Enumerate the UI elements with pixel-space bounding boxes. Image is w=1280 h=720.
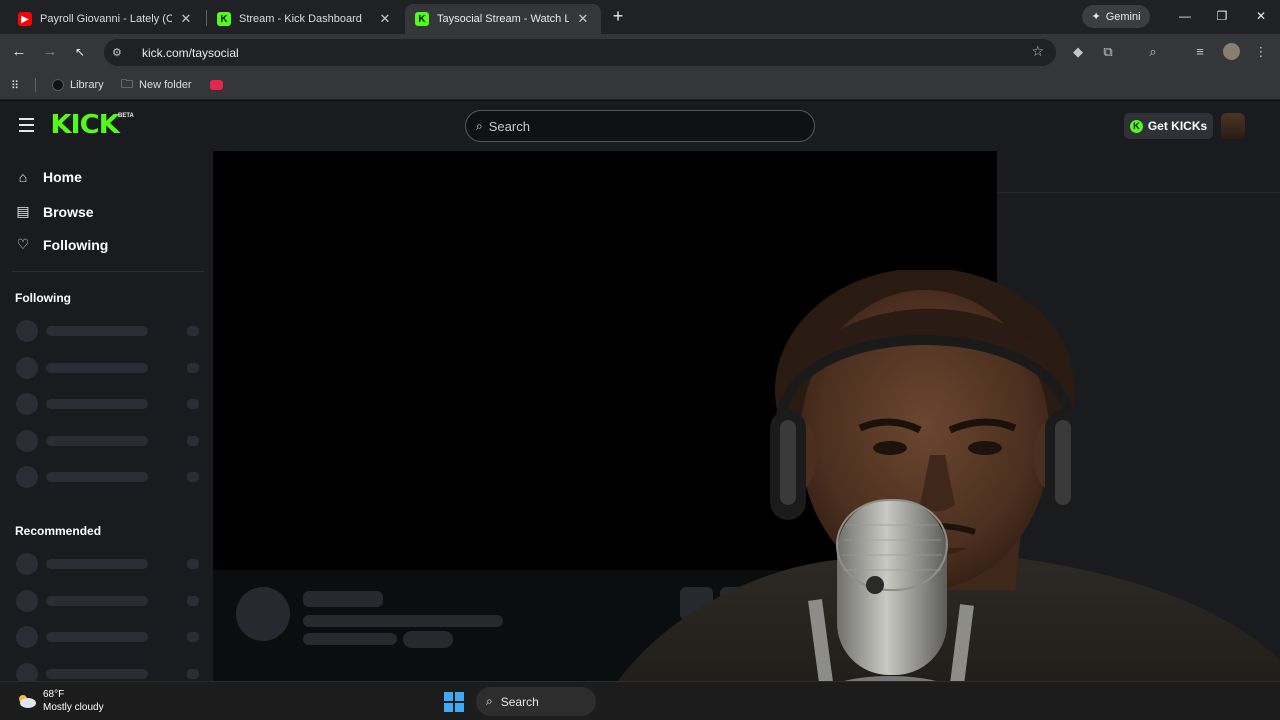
sidebar-item-label: Following <box>43 236 109 253</box>
weather-widget[interactable]: 68°F Mostly cloudy <box>16 688 104 714</box>
bookmark-youtube[interactable] <box>210 77 223 93</box>
category-skeleton <box>303 633 397 645</box>
taskbar-search[interactable]: ⌕ Search <box>476 687 596 716</box>
sidebar-item-following[interactable]: ♡ Following <box>15 236 109 253</box>
address-bar[interactable]: ⚙ kick.com/taysocial ☆ <box>104 39 1056 66</box>
new-tab-button[interactable]: + <box>608 6 628 26</box>
gemini-button[interactable]: ✦ Gemini <box>1082 5 1150 28</box>
sparkle-icon: ✦ <box>1091 11 1101 23</box>
cursor-icon: ↖ <box>74 45 86 59</box>
hamburger-menu-icon[interactable] <box>19 118 34 132</box>
tab-title: Payroll Giovanni - Lately (Official <box>40 13 172 25</box>
temperature: 68°F <box>43 689 65 700</box>
browser-tab-taysocial[interactable]: K Taysocial Stream - Watch Live o ✕ <box>405 4 601 34</box>
following-skeleton-row <box>16 320 199 342</box>
tab-search-icon[interactable]: ⌕ <box>1145 44 1161 60</box>
search-placeholder: Search <box>488 118 530 134</box>
sidebar-item-label: Browse <box>43 203 94 220</box>
tab-title: Stream - Kick Dashboard <box>239 13 362 25</box>
sidebar-item-label: Home <box>43 169 82 185</box>
kick-sidebar: ⌂ Home ▤ Browse ♡ Following Following Re… <box>0 151 213 685</box>
sidebar-divider <box>12 271 204 272</box>
following-skeleton-row <box>16 466 199 488</box>
bookmarks-bar: ⠿ Library 🗀 New folder <box>0 70 1280 100</box>
kick-logo[interactable]: KICK <box>50 112 119 138</box>
taskbar-search-label: Search <box>500 694 539 709</box>
kick-icon: K <box>217 12 231 26</box>
apps-grid-icon[interactable]: ⠿ <box>11 77 19 93</box>
bookmark-divider <box>35 78 36 92</box>
browser-tab-strip: ▶ Payroll Giovanni - Lately (Official ✕ … <box>0 0 1280 34</box>
bookmark-new-folder[interactable]: 🗀 New folder <box>121 77 192 93</box>
forward-icon[interactable]: → <box>40 42 60 62</box>
tab-title: Taysocial Stream - Watch Live o <box>437 13 569 25</box>
beta-badge: BETA <box>118 113 134 119</box>
menu-kebab-icon[interactable]: ⋮ <box>1253 44 1269 60</box>
site-settings-icon[interactable]: ⚙ <box>112 46 128 59</box>
minimize-icon[interactable]: — <box>1170 6 1200 26</box>
weather-condition: Mostly cloudy <box>43 702 104 713</box>
following-skeleton-row <box>16 430 199 452</box>
bookmark-label: Library <box>70 79 104 91</box>
extensions-puzzle-icon[interactable]: ⧉ <box>1100 44 1116 60</box>
following-skeleton-row <box>16 357 199 379</box>
home-icon: ⌂ <box>18 169 28 185</box>
get-kicks-button[interactable]: K Get KICKs <box>1124 113 1213 139</box>
close-tab-icon[interactable]: ✕ <box>377 11 393 27</box>
kick-search-input[interactable]: ⌕ Search <box>465 110 815 142</box>
bookmark-label: New folder <box>139 79 192 91</box>
bookmark-star-icon[interactable]: ☆ <box>1031 43 1044 60</box>
close-tab-icon[interactable]: ✕ <box>575 11 591 27</box>
kicks-coin-icon: K <box>1129 119 1143 133</box>
get-kicks-label: Get KICKs <box>1147 119 1208 133</box>
bookmark-library[interactable]: Library <box>52 77 104 93</box>
gemini-label: Gemini <box>1105 10 1141 23</box>
youtube-icon: ▶ <box>18 12 32 26</box>
browser-toolbar: ← → ↖ ⚙ kick.com/taysocial ☆ ◆ ⧉ ⌕ ≡ ⋮ <box>0 34 1280 70</box>
windows-start-icon[interactable] <box>444 692 464 712</box>
folder-icon: 🗀 <box>121 76 134 91</box>
user-avatar[interactable] <box>1221 113 1245 139</box>
chat-header <box>997 151 1280 193</box>
search-icon: ⌕ <box>486 694 493 708</box>
browser-profile-avatar[interactable] <box>1223 43 1240 60</box>
stream-title-skeleton <box>303 615 503 627</box>
cloudy-weather-icon <box>19 695 36 708</box>
channel-name-skeleton <box>303 591 383 607</box>
browser-tab-youtube[interactable]: ▶ Payroll Giovanni - Lately (Official ✕ <box>8 4 204 34</box>
windows-taskbar: 68°F Mostly cloudy ⌕ Search <box>0 681 1280 720</box>
back-icon[interactable]: ← <box>9 42 29 62</box>
browse-icon: ▤ <box>16 203 30 219</box>
recommended-skeleton-row <box>16 553 199 575</box>
sidebar-item-home[interactable]: ⌂ Home <box>15 169 82 185</box>
kick-icon: K <box>415 12 429 26</box>
url-text: kick.com/taysocial <box>142 45 239 60</box>
youtube-icon <box>210 80 223 90</box>
streamer-webcam-image <box>595 270 1280 720</box>
recommended-skeleton-row <box>16 590 199 612</box>
tag-skeleton <box>403 631 453 648</box>
recommended-skeleton-row <box>16 626 199 648</box>
sidebar-item-browse[interactable]: ▤ Browse <box>15 203 94 220</box>
kick-header: KICK BETA ⌕ Search K Get KICKs <box>0 101 1280 151</box>
restore-icon[interactable]: ❐ <box>1207 6 1237 26</box>
library-icon <box>52 79 64 91</box>
following-section-title: Following <box>15 291 71 305</box>
webcam-overlay <box>575 270 1280 720</box>
heart-icon: ♡ <box>16 236 30 252</box>
browser-tab-kick-dashboard[interactable]: K Stream - Kick Dashboard ✕ <box>207 4 403 34</box>
reading-list-icon[interactable]: ≡ <box>1192 44 1208 60</box>
extension-diamond-icon[interactable]: ◆ <box>1070 44 1086 60</box>
following-skeleton-row <box>16 393 199 415</box>
recommended-section-title: Recommended <box>15 524 102 538</box>
close-tab-icon[interactable]: ✕ <box>178 11 194 27</box>
close-window-icon[interactable]: ✕ <box>1246 6 1276 26</box>
channel-avatar-skeleton <box>236 587 290 641</box>
search-icon: ⌕ <box>476 118 483 133</box>
